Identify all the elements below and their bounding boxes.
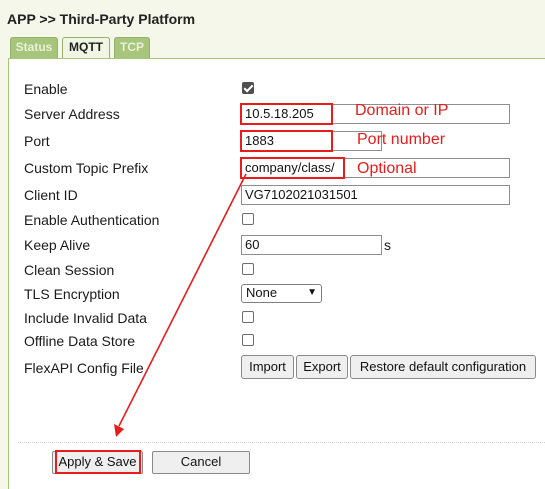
annotation-arrow-layer <box>114 173 247 437</box>
annotation-arrow <box>118 173 247 427</box>
